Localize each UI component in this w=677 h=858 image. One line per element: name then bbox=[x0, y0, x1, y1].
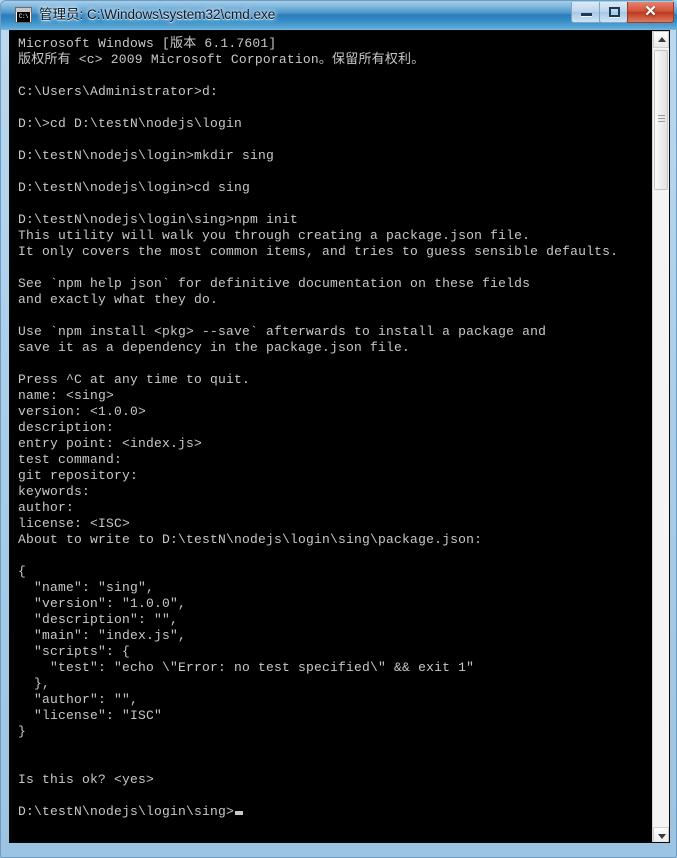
up-arrow-icon bbox=[658, 37, 666, 42]
minimize-icon bbox=[581, 13, 592, 16]
close-button[interactable]: ✕ bbox=[627, 2, 674, 23]
window-title-text: 管理员: C:\Windows\system32\cmd.exe bbox=[39, 7, 276, 22]
down-arrow-icon bbox=[658, 834, 666, 839]
scrollbar-thumb[interactable] bbox=[654, 50, 668, 190]
scrollbar-up-button[interactable] bbox=[653, 31, 669, 48]
scrollbar-grip-icon bbox=[658, 115, 665, 123]
cmd-window: C:\ 管理员: C:\Windows\system32\cmd.exe ✕ M… bbox=[0, 0, 677, 858]
window-controls: ✕ bbox=[571, 2, 674, 23]
console-client-area[interactable]: Microsoft Windows [版本 6.1.7601] 版权所有 <c>… bbox=[9, 30, 670, 843]
scrollbar-down-button[interactable] bbox=[653, 827, 669, 842]
icon-screen-label: C:\ bbox=[17, 12, 30, 22]
close-icon: ✕ bbox=[644, 4, 657, 20]
console-scrollbar[interactable] bbox=[652, 31, 669, 842]
restore-button[interactable] bbox=[599, 2, 628, 23]
console-output-text: Microsoft Windows [版本 6.1.7601] 版权所有 <c>… bbox=[18, 36, 619, 819]
restore-icon bbox=[609, 7, 620, 17]
scrollbar-track[interactable] bbox=[653, 48, 669, 827]
window-title-bar[interactable]: C:\ 管理员: C:\Windows\system32\cmd.exe ✕ bbox=[1, 1, 677, 30]
cmd-console-icon: C:\ bbox=[15, 7, 32, 23]
text-cursor bbox=[235, 811, 244, 815]
minimize-button[interactable] bbox=[571, 2, 600, 23]
